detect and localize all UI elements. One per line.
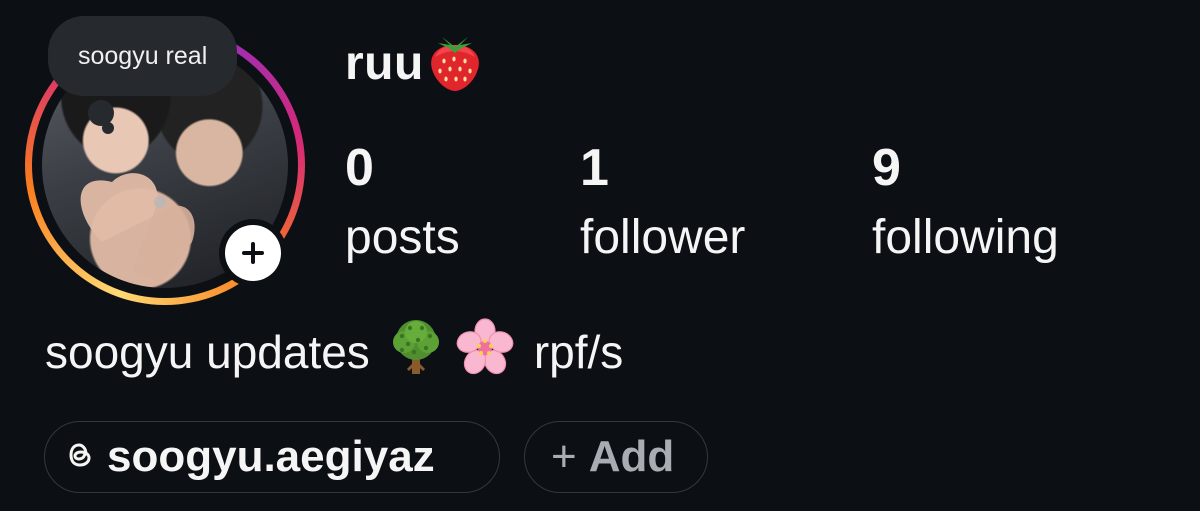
following-count: 9 xyxy=(872,139,901,197)
threads-icon xyxy=(67,440,93,475)
bio-text: soogyu updates xyxy=(45,326,370,378)
note-bubble[interactable]: soogyu real xyxy=(48,16,238,96)
threads-handle: soogyu.aegiyaz xyxy=(107,432,435,481)
following-stat[interactable]: 9 following xyxy=(872,140,1059,268)
posts-stat: 0 posts xyxy=(345,140,460,268)
followers-label: follower xyxy=(580,211,746,264)
bio: soogyu updates rpf/s xyxy=(45,317,624,382)
posts-count: 0 xyxy=(345,139,374,197)
add-plus-icon: + xyxy=(551,432,577,481)
tree-icon xyxy=(388,318,444,387)
posts-label: posts xyxy=(345,211,460,264)
bio-text-suffix: rpf/s xyxy=(533,326,624,378)
note-bubble-tail-small xyxy=(102,122,114,134)
add-story-button[interactable] xyxy=(219,219,287,287)
plus-icon xyxy=(242,242,264,264)
username: ruu xyxy=(345,36,424,90)
followers-stat[interactable]: 1 follower xyxy=(580,140,745,268)
username-row: ruu xyxy=(345,28,482,98)
following-label: following xyxy=(872,211,1059,264)
add-label: Add xyxy=(588,432,675,481)
threads-link-chip[interactable]: soogyu.aegiyaz xyxy=(44,421,500,493)
add-story-circle xyxy=(225,225,281,281)
followers-count: 1 xyxy=(580,139,609,197)
note-text: soogyu real xyxy=(78,41,208,70)
strawberry-icon xyxy=(428,31,482,96)
add-link-button[interactable]: + Add xyxy=(524,421,708,493)
cherry-blossom-icon xyxy=(456,317,514,387)
